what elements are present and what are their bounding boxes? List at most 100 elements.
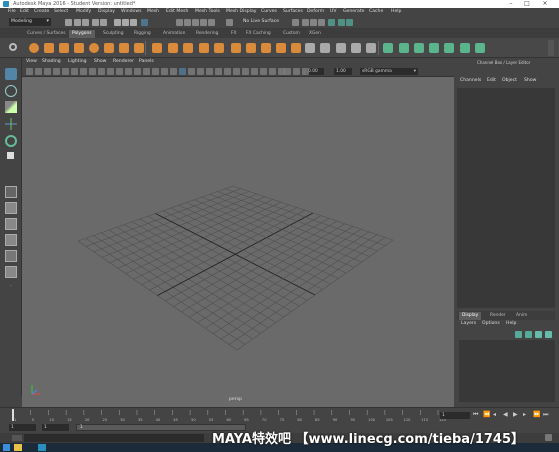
show-modeling-toolkit-icon[interactable] [338, 19, 345, 26]
render-settings-icon[interactable] [318, 19, 325, 26]
menu-modify[interactable]: Modify [76, 9, 91, 14]
new-layer-selected-icon[interactable] [545, 331, 552, 338]
use-default-material-icon[interactable] [170, 68, 177, 75]
panel-menu-view[interactable]: View [26, 59, 37, 64]
shelf-tab-fx-caching[interactable]: FX Caching [243, 30, 274, 38]
move-layer-up-icon[interactable] [515, 331, 522, 338]
append-icon[interactable] [276, 43, 286, 53]
shelf-tab-xgen[interactable]: XGen [306, 30, 324, 38]
command-input[interactable] [24, 434, 204, 442]
offset-edge-loop-icon[interactable] [366, 43, 376, 53]
separate-icon[interactable] [168, 43, 178, 53]
menu-edit[interactable]: Edit [20, 9, 29, 14]
xray-joints-icon[interactable] [269, 68, 276, 75]
poly-plane-icon[interactable] [104, 43, 114, 53]
wireframe-on-shaded-icon[interactable] [179, 68, 186, 75]
poly-cube-icon[interactable] [44, 43, 54, 53]
shelf-tab-curves-surfaces[interactable]: Curves / Surfaces [24, 30, 69, 38]
script-editor-icon[interactable] [545, 434, 552, 441]
shelf-tab-rigging[interactable]: Rigging [131, 30, 154, 38]
target-weld-icon[interactable] [320, 43, 330, 53]
step-forward-key-icon[interactable]: ⏩ [533, 411, 540, 418]
smooth-shade-icon[interactable] [161, 68, 168, 75]
grid-toggle-icon[interactable] [89, 68, 96, 75]
uv-editor-icon[interactable] [444, 43, 454, 53]
taskbar-folder-icon[interactable] [14, 444, 22, 451]
insert-edge-loop-icon[interactable] [351, 43, 361, 53]
safe-action-icon[interactable] [134, 68, 141, 75]
panel-menu-shading[interactable]: Shading [42, 59, 61, 64]
start-button-icon[interactable] [3, 444, 10, 451]
mask-icon[interactable] [141, 19, 148, 26]
channel-box-menu-channels[interactable]: Channels [460, 78, 481, 83]
move-layer-down-icon[interactable] [525, 331, 532, 338]
field-chart-icon[interactable] [125, 68, 132, 75]
shadows-icon[interactable] [206, 68, 213, 75]
connect-icon[interactable] [336, 43, 346, 53]
screen-space-ao-icon[interactable] [215, 68, 222, 75]
four-pane-layout-icon[interactable] [5, 202, 17, 214]
poly-pyramid-icon[interactable] [119, 43, 129, 53]
close-button[interactable]: × [538, 0, 552, 8]
gamma-icon[interactable] [293, 68, 300, 75]
paint-select-tool-icon[interactable] [5, 101, 17, 113]
wireframe-icon[interactable] [152, 68, 159, 75]
snap-curve-icon[interactable] [184, 19, 191, 26]
move-tool-icon[interactable] [5, 118, 17, 130]
snap-point-icon[interactable] [192, 19, 199, 26]
uv-set-icon[interactable] [460, 43, 470, 53]
select-tool-icon[interactable] [5, 68, 17, 80]
exposure-icon[interactable] [284, 68, 291, 75]
step-back-frame-icon[interactable]: ◂ [493, 411, 496, 418]
select-object-icon[interactable] [122, 19, 129, 26]
multi-cut-icon[interactable] [305, 43, 315, 53]
menu-generate[interactable]: Generate [343, 9, 364, 14]
safe-title-icon[interactable] [143, 68, 150, 75]
menu-windows[interactable]: Windows [121, 9, 142, 14]
color-management-icon[interactable] [302, 68, 309, 75]
ipr-render-icon[interactable] [310, 19, 317, 26]
poly-torus-icon[interactable] [89, 43, 99, 53]
channel-box-menu-object[interactable]: Object [502, 78, 517, 83]
step-back-key-icon[interactable]: ⏪ [483, 411, 490, 418]
far-clip-field[interactable]: 1.00 [334, 68, 352, 75]
multisample-aa-icon[interactable] [233, 68, 240, 75]
xray-icon[interactable] [260, 68, 267, 75]
shelf-tab-sculpting[interactable]: Sculpting [100, 30, 127, 38]
snap-view-icon[interactable] [200, 19, 207, 26]
smooth-icon[interactable] [183, 43, 193, 53]
minimize-button[interactable]: – [504, 0, 518, 8]
menu-deform[interactable]: Deform [307, 9, 324, 14]
menu-mesh-tools[interactable]: Mesh Tools [195, 9, 220, 14]
resolution-gate-icon[interactable] [107, 68, 114, 75]
taskbar-maya-icon[interactable] [38, 444, 46, 451]
lasso-tool-icon[interactable] [5, 85, 17, 97]
go-to-end-icon[interactable]: ⏭ [543, 411, 548, 419]
gate-mask-icon[interactable] [116, 68, 123, 75]
range-inner-start-field[interactable]: 1 [42, 424, 69, 431]
fill-hole-icon[interactable] [291, 43, 301, 53]
menu-edit-mesh[interactable]: Edit Mesh [166, 9, 188, 14]
range-start-field[interactable]: 1 [9, 424, 36, 431]
camera-attributes-icon[interactable] [44, 68, 51, 75]
shelf-tab-rendering[interactable]: Rendering [193, 30, 221, 38]
panel-menu-panels[interactable]: Panels [139, 59, 154, 64]
planar-uv-icon[interactable] [383, 43, 393, 53]
layer-tab-anim[interactable]: Anim [513, 312, 530, 320]
menu-display[interactable]: Display [98, 9, 115, 14]
lock-camera-icon[interactable] [35, 68, 42, 75]
channel-box-menu-show[interactable]: Show [524, 78, 536, 83]
snap-grid-icon[interactable] [176, 19, 183, 26]
poly-cone-icon[interactable] [74, 43, 84, 53]
menu-curves[interactable]: Curves [261, 9, 277, 14]
layer-menu-options[interactable]: Options [482, 321, 500, 326]
channel-box-menu-edit[interactable]: Edit [487, 78, 496, 83]
select-hierarchy-icon[interactable] [114, 19, 121, 26]
poly-sphere-icon[interactable] [29, 43, 39, 53]
image-plane-icon[interactable] [62, 68, 69, 75]
history-icon[interactable] [292, 19, 299, 26]
menu-help[interactable]: Help [391, 9, 401, 14]
rotate-tool-icon[interactable] [5, 135, 17, 147]
menu-surfaces[interactable]: Surfaces [283, 9, 303, 14]
layer-tab-render[interactable]: Render [487, 312, 509, 320]
